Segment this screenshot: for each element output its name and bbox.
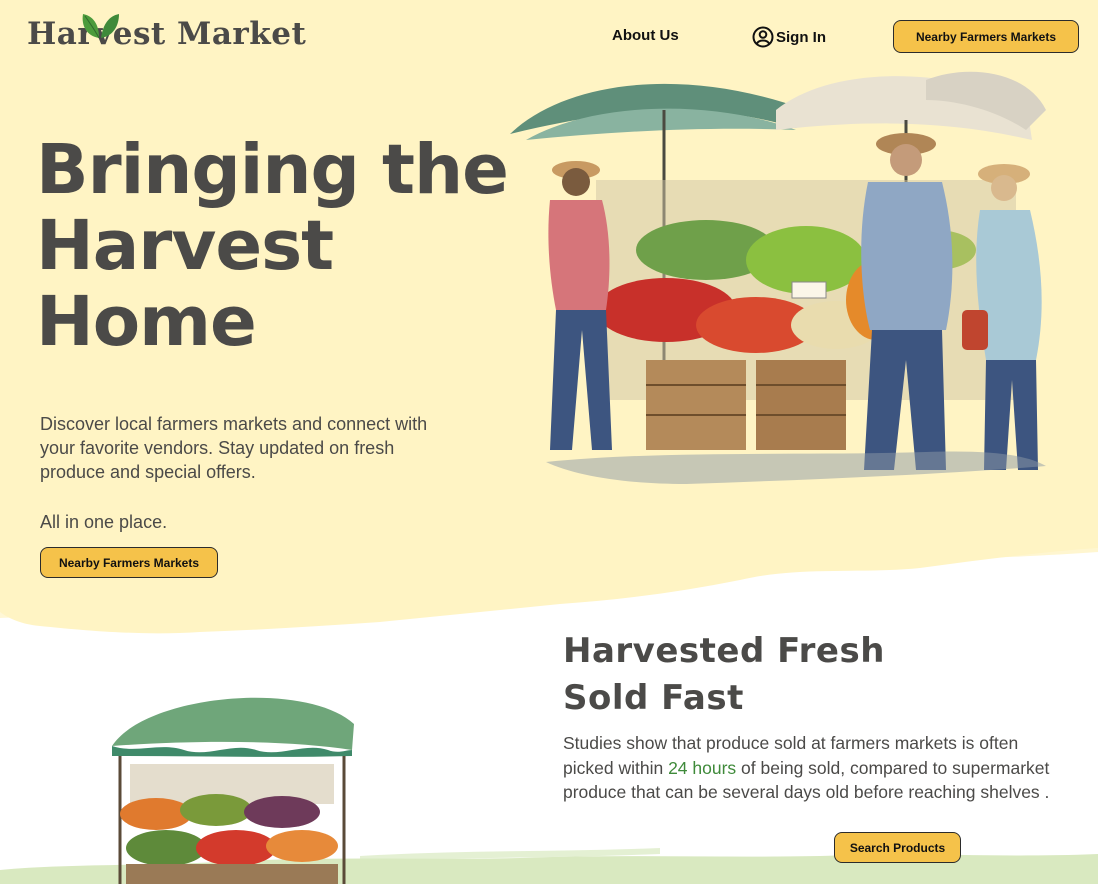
farmers-market-illustration: [510, 71, 1046, 484]
logo[interactable]: Harvest Market: [27, 12, 306, 56]
search-products-button[interactable]: Search Products: [834, 832, 961, 863]
logo-text: Harvest Market: [27, 16, 307, 52]
highlight-24-hours: 24 hours: [668, 757, 737, 778]
sign-in-label: Sign In: [776, 28, 826, 46]
hero-title-line: Home: [36, 282, 257, 362]
hero-title: Bringing the Harvest Home: [36, 132, 516, 360]
header-nearby-markets-button[interactable]: Nearby Farmers Markets: [893, 20, 1079, 53]
hero-tagline: All in one place.: [40, 512, 168, 532]
site-header: Harvest Market About Us Sign In Nearby F…: [0, 0, 1098, 72]
hero-title-line: Harvest: [36, 206, 334, 286]
section-text: Studies show that produce sold at farmer…: [563, 731, 1053, 805]
produce-stand-illustration: [112, 697, 354, 884]
hero-description: Discover local farmers markets and conne…: [40, 414, 428, 482]
nav-about-us[interactable]: About Us: [612, 27, 679, 44]
section-title-line: Sold Fast: [563, 678, 744, 718]
section-title: Harvested Fresh Sold Fast: [563, 628, 983, 722]
user-circle-icon: [752, 26, 774, 48]
leaf-icon: [82, 14, 119, 39]
hero-nearby-markets-button[interactable]: Nearby Farmers Markets: [40, 547, 218, 578]
section-title-line: Harvested Fresh: [563, 631, 885, 671]
nav-sign-in[interactable]: Sign In: [752, 25, 826, 49]
hero-title-line: Bringing the: [36, 130, 509, 210]
